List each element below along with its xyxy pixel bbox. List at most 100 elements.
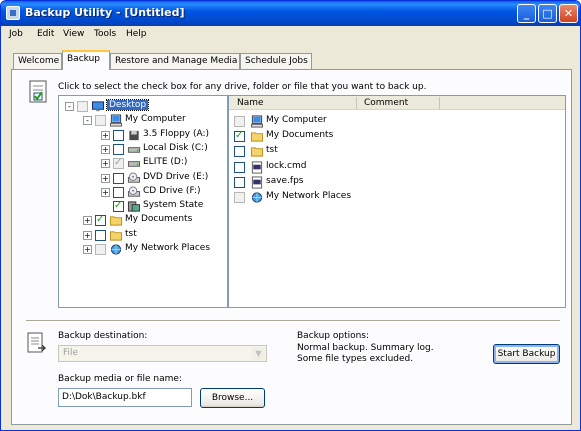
list-item-label[interactable]: My Computer bbox=[266, 115, 327, 125]
list-item-label[interactable]: My Documents bbox=[266, 130, 333, 140]
folder-icon bbox=[250, 145, 264, 158]
tree-node-label[interactable]: My Documents bbox=[125, 214, 192, 224]
maximize-button[interactable]: □ bbox=[538, 4, 557, 23]
list-item[interactable]: My Network Places bbox=[229, 190, 565, 204]
list-item[interactable]: My Computer bbox=[229, 114, 565, 128]
tree-node[interactable]: System State bbox=[59, 199, 227, 213]
menu-job[interactable]: Job bbox=[9, 29, 23, 39]
tree-node-label[interactable]: CD Drive (F:) bbox=[143, 186, 200, 196]
tree-node[interactable]: + DVD Drive (E:) bbox=[59, 171, 227, 185]
collapse-icon[interactable]: - bbox=[83, 116, 92, 126]
tree-node[interactable]: - Desktop bbox=[59, 99, 227, 113]
list-item-checkbox[interactable] bbox=[234, 176, 245, 188]
tree-node-checkbox[interactable] bbox=[113, 143, 124, 155]
media-filename-value: D:\Dok\Backup.bkf bbox=[62, 392, 146, 402]
expand-icon[interactable]: + bbox=[83, 230, 92, 240]
tree-node[interactable]: - My Computer bbox=[59, 113, 227, 127]
collapse-icon[interactable]: - bbox=[65, 102, 74, 111]
tree-node-checkbox[interactable] bbox=[95, 229, 106, 241]
backup-app-icon bbox=[6, 6, 20, 20]
tree-node-label[interactable]: System State bbox=[143, 200, 203, 210]
browse-button[interactable]: Browse... bbox=[200, 388, 265, 408]
tree-node-checkbox[interactable] bbox=[113, 186, 124, 198]
tree-node-checkbox[interactable] bbox=[95, 115, 106, 127]
destination-select[interactable]: File ▼ bbox=[58, 345, 267, 362]
minimize-button[interactable]: _ bbox=[517, 4, 536, 23]
list-item-checkbox[interactable] bbox=[234, 130, 245, 143]
column-name-header[interactable]: Name bbox=[237, 98, 264, 108]
tree-node-label[interactable]: ELITE (D:) bbox=[143, 157, 187, 167]
tree-node-label[interactable]: Local Disk (C:) bbox=[143, 143, 208, 153]
list-item[interactable]: save.fps bbox=[229, 175, 565, 189]
cd-icon bbox=[127, 171, 141, 185]
list-item[interactable]: My Documents bbox=[229, 129, 565, 143]
list-item[interactable]: lock.cmd bbox=[229, 160, 565, 174]
tree-node-checkbox[interactable] bbox=[77, 101, 88, 112]
options-exclusions: Some file types excluded. bbox=[297, 354, 414, 364]
menu-view[interactable]: View bbox=[63, 29, 84, 39]
list-item[interactable]: tst bbox=[229, 144, 565, 158]
tree-node-label[interactable]: DVD Drive (E:) bbox=[143, 172, 208, 182]
file-icon bbox=[250, 161, 264, 174]
media-filename-input[interactable]: D:\Dok\Backup.bkf bbox=[58, 388, 192, 407]
folder-icon bbox=[109, 229, 123, 242]
tree-node-checkbox[interactable] bbox=[113, 129, 124, 141]
tree-node-label[interactable]: Desktop bbox=[105, 99, 150, 111]
expand-icon[interactable]: + bbox=[101, 187, 110, 197]
tree-node[interactable]: + tst bbox=[59, 228, 227, 242]
tab-strip: Welcome Backup Restore and Manage Media … bbox=[1, 49, 580, 70]
expand-icon[interactable]: + bbox=[83, 216, 92, 226]
list-item-checkbox[interactable] bbox=[234, 192, 245, 203]
chevron-down-icon[interactable]: ▼ bbox=[252, 347, 265, 360]
section-divider bbox=[26, 320, 560, 322]
expand-icon[interactable]: + bbox=[83, 245, 92, 254]
menu-tools[interactable]: Tools bbox=[94, 29, 116, 39]
system-state-icon bbox=[127, 200, 141, 213]
expand-icon[interactable]: + bbox=[101, 144, 110, 154]
expand-icon[interactable]: + bbox=[101, 159, 110, 169]
list-item-label[interactable]: tst bbox=[266, 145, 278, 155]
menu-help[interactable]: Help bbox=[126, 29, 147, 39]
tab-backup[interactable]: Backup bbox=[62, 50, 110, 70]
tree-node[interactable]: +3.5 Floppy (A:) bbox=[59, 128, 227, 142]
tree-node[interactable]: + My Documents bbox=[59, 213, 227, 227]
tree-node-checkbox[interactable] bbox=[95, 214, 106, 227]
tab-welcome[interactable]: Welcome bbox=[13, 53, 62, 69]
tree-node-checkbox[interactable] bbox=[113, 172, 124, 184]
list-item-checkbox[interactable] bbox=[234, 116, 245, 127]
expand-icon[interactable]: + bbox=[101, 173, 110, 183]
tab-schedule-jobs[interactable]: Schedule Jobs bbox=[240, 53, 312, 69]
tree-node-label[interactable]: tst bbox=[125, 229, 137, 239]
menu-edit[interactable]: Edit bbox=[37, 29, 54, 39]
tree-node-label[interactable]: My Network Places bbox=[125, 243, 210, 253]
file-list[interactable]: Name Comment My Computer My Documents tst l… bbox=[228, 95, 566, 308]
column-separator[interactable] bbox=[439, 97, 440, 109]
tree-node[interactable]: + My Network Places bbox=[59, 242, 227, 256]
disk-icon bbox=[127, 143, 141, 156]
list-item-label[interactable]: My Network Places bbox=[266, 191, 351, 201]
tree-node[interactable]: + CD Drive (F:) bbox=[59, 185, 227, 199]
title-bar[interactable]: Backup Utility - [Untitled] _ □ ✕ bbox=[1, 1, 580, 26]
tree-node-checkbox[interactable] bbox=[113, 200, 124, 213]
tree-node-label[interactable]: My Computer bbox=[125, 114, 186, 124]
tree-node-label[interactable]: 3.5 Floppy (A:) bbox=[143, 129, 209, 139]
tree-node-checkbox[interactable] bbox=[113, 157, 124, 170]
tree-node[interactable]: + ELITE (D:) bbox=[59, 156, 227, 170]
list-item-label[interactable]: lock.cmd bbox=[266, 161, 306, 171]
list-item-checkbox[interactable] bbox=[234, 146, 245, 158]
list-header: Name Comment bbox=[229, 96, 565, 110]
tab-restore[interactable]: Restore and Manage Media bbox=[110, 53, 240, 69]
list-item-checkbox[interactable] bbox=[234, 161, 245, 173]
column-comment-header[interactable]: Comment bbox=[364, 98, 408, 108]
list-item-label[interactable]: save.fps bbox=[266, 176, 304, 186]
backup-utility-window: Backup Utility - [Untitled] _ □ ✕ Job Ed… bbox=[0, 0, 581, 431]
media-label: Backup media or file name: bbox=[58, 374, 182, 384]
column-separator[interactable] bbox=[356, 97, 357, 109]
tree-node[interactable]: + Local Disk (C:) bbox=[59, 142, 227, 156]
instruction-checklist-icon bbox=[29, 80, 47, 103]
close-button[interactable]: ✕ bbox=[559, 4, 578, 23]
folder-tree[interactable]: - Desktop - My Computer +3.5 Floppy (A:) + Loc… bbox=[58, 95, 228, 308]
expand-icon[interactable]: + bbox=[101, 130, 110, 140]
start-backup-button[interactable]: Start Backup bbox=[493, 344, 560, 364]
tree-node-checkbox[interactable] bbox=[95, 244, 106, 255]
